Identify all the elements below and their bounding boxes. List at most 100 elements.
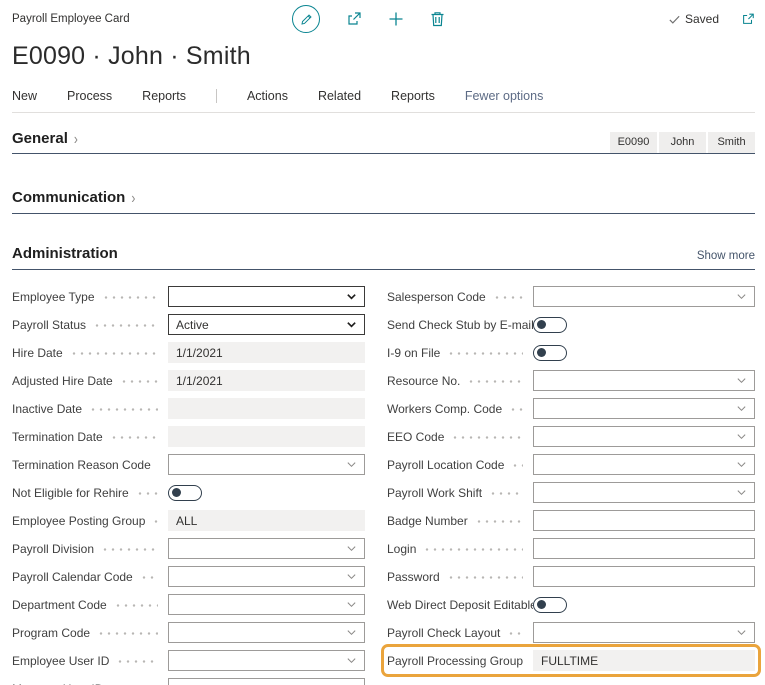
field-label: Inactive Date — [12, 402, 82, 416]
dotted-leader — [70, 350, 158, 360]
menu-new[interactable]: New — [12, 89, 37, 103]
menu-fewer-options[interactable]: Fewer options — [465, 89, 544, 103]
i9-on-file-toggle[interactable] — [533, 345, 567, 361]
section-administration: Administration Show more — [12, 245, 755, 270]
payroll-status-select[interactable]: Active — [168, 314, 365, 335]
payroll-division-lookup[interactable] — [168, 538, 365, 559]
field-row-payroll-calendar-code: Payroll Calendar Code — [12, 566, 365, 587]
field-row-adjusted-hire-date: Adjusted Hire Date 1/1/2021 — [12, 370, 365, 391]
section-communication-header[interactable]: Communication › — [12, 189, 135, 213]
field-row-payroll-location-code: Payroll Location Code — [387, 454, 755, 475]
manager-user-id-lookup[interactable] — [168, 678, 365, 685]
field-row-payroll-processing-group: Payroll Processing Group FULLTIME — [387, 650, 755, 671]
eeo-code-lookup[interactable] — [533, 426, 755, 447]
salesperson-code-lookup[interactable] — [533, 286, 755, 307]
chevron-down-icon — [346, 543, 357, 554]
toggle-knob — [172, 488, 181, 497]
menu-reports-1[interactable]: Reports — [142, 89, 186, 103]
termination-date-field — [168, 426, 365, 447]
chevron-down-icon — [736, 403, 747, 414]
field-label: Web Direct Deposit Editable — [387, 598, 533, 612]
badge-no[interactable]: E0090 — [610, 132, 657, 153]
web-direct-deposit-editable-toggle[interactable] — [533, 597, 567, 613]
dotted-leader — [136, 490, 158, 500]
trash-icon[interactable] — [430, 11, 445, 27]
chevron-down-icon — [736, 291, 747, 302]
field-row-employee-posting-group: Employee Posting Group ALL — [12, 510, 365, 531]
badge-last-name[interactable]: Smith — [708, 132, 755, 153]
employee-user-id-lookup[interactable] — [168, 650, 365, 671]
show-more-link[interactable]: Show more — [697, 250, 755, 262]
resource-no-lookup[interactable] — [533, 370, 755, 391]
chevron-down-icon — [346, 291, 357, 302]
field-label: Payroll Check Layout — [387, 626, 500, 640]
badge-number-input[interactable] — [533, 510, 755, 531]
section-administration-header[interactable]: Administration — [12, 245, 118, 262]
payroll-processing-group-field: FULLTIME — [533, 650, 755, 671]
termination-reason-code-lookup[interactable] — [168, 454, 365, 475]
password-input[interactable] — [533, 566, 755, 587]
menu-divider — [216, 89, 217, 103]
field-row-hire-date: Hire Date 1/1/2021 — [12, 342, 365, 363]
dotted-leader — [114, 602, 158, 612]
not-eligible-for-rehire-toggle[interactable] — [168, 485, 202, 501]
payroll-check-layout-lookup[interactable] — [533, 622, 755, 643]
payroll-work-shift-lookup[interactable] — [533, 482, 755, 503]
employee-type-select[interactable] — [168, 286, 365, 307]
chevron-right-icon: › — [74, 129, 78, 147]
menu-reports-2[interactable]: Reports — [391, 89, 435, 103]
payroll-calendar-code-lookup[interactable] — [168, 566, 365, 587]
dotted-leader — [93, 322, 158, 332]
chevron-down-icon — [346, 459, 357, 470]
send-check-stub-by-email-toggle[interactable] — [533, 317, 567, 333]
section-general: General › E0090 John Smith — [12, 130, 755, 154]
share-icon[interactable] — [346, 11, 362, 27]
edit-pencil-icon[interactable] — [292, 5, 320, 33]
chevron-down-icon — [346, 655, 357, 666]
field-row-department-code: Department Code — [12, 594, 365, 615]
workers-comp-code-lookup[interactable] — [533, 398, 755, 419]
adjusted-hire-date-field: 1/1/2021 — [168, 370, 365, 391]
field-row-eeo-code: EEO Code — [387, 426, 755, 447]
payroll-location-code-lookup[interactable] — [533, 454, 755, 475]
dotted-leader — [447, 574, 523, 584]
menu-related[interactable]: Related — [318, 89, 361, 103]
program-code-lookup[interactable] — [168, 622, 365, 643]
login-input[interactable] — [533, 538, 755, 559]
action-menu-bar: New Process Reports Actions Related Repo… — [12, 89, 755, 113]
chevron-down-icon — [346, 319, 357, 330]
menu-process[interactable]: Process — [67, 89, 112, 103]
field-label: Payroll Processing Group — [387, 654, 523, 668]
dotted-leader — [507, 630, 523, 640]
field-label: Payroll Location Code — [387, 458, 504, 472]
field-row-employee-type: Employee Type — [12, 286, 365, 307]
menu-actions[interactable]: Actions — [247, 89, 288, 103]
dotted-leader — [152, 518, 158, 528]
field-label: Payroll Work Shift — [387, 486, 482, 500]
toggle-knob — [537, 600, 546, 609]
command-actions — [70, 5, 668, 33]
dotted-leader — [509, 406, 523, 416]
form-left-column: Employee Type Payroll Status Active Hire… — [12, 286, 365, 685]
field-row-payroll-work-shift: Payroll Work Shift — [387, 482, 755, 503]
field-label: Employee User ID — [12, 654, 109, 668]
chevron-down-icon — [736, 375, 747, 386]
chevron-down-icon — [346, 599, 357, 610]
page-title: E0090 · John · Smith — [12, 42, 755, 71]
department-code-lookup[interactable] — [168, 594, 365, 615]
dotted-leader — [116, 658, 158, 668]
toggle-knob — [537, 320, 546, 329]
chevron-right-icon: › — [131, 188, 135, 206]
dotted-leader — [101, 546, 158, 556]
badge-first-name[interactable]: John — [659, 132, 706, 153]
dotted-leader — [97, 630, 158, 640]
command-bar-right: Saved — [668, 12, 755, 26]
chevron-down-icon — [346, 571, 357, 582]
popout-icon[interactable] — [741, 12, 755, 26]
section-general-header[interactable]: General › — [12, 130, 78, 153]
field-row-payroll-status: Payroll Status Active — [12, 314, 365, 335]
add-icon[interactable] — [388, 11, 404, 27]
field-label: Program Code — [12, 626, 90, 640]
field-row-salesperson-code: Salesperson Code — [387, 286, 755, 307]
field-row-not-eligible-for-rehire: Not Eligible for Rehire — [12, 482, 365, 503]
